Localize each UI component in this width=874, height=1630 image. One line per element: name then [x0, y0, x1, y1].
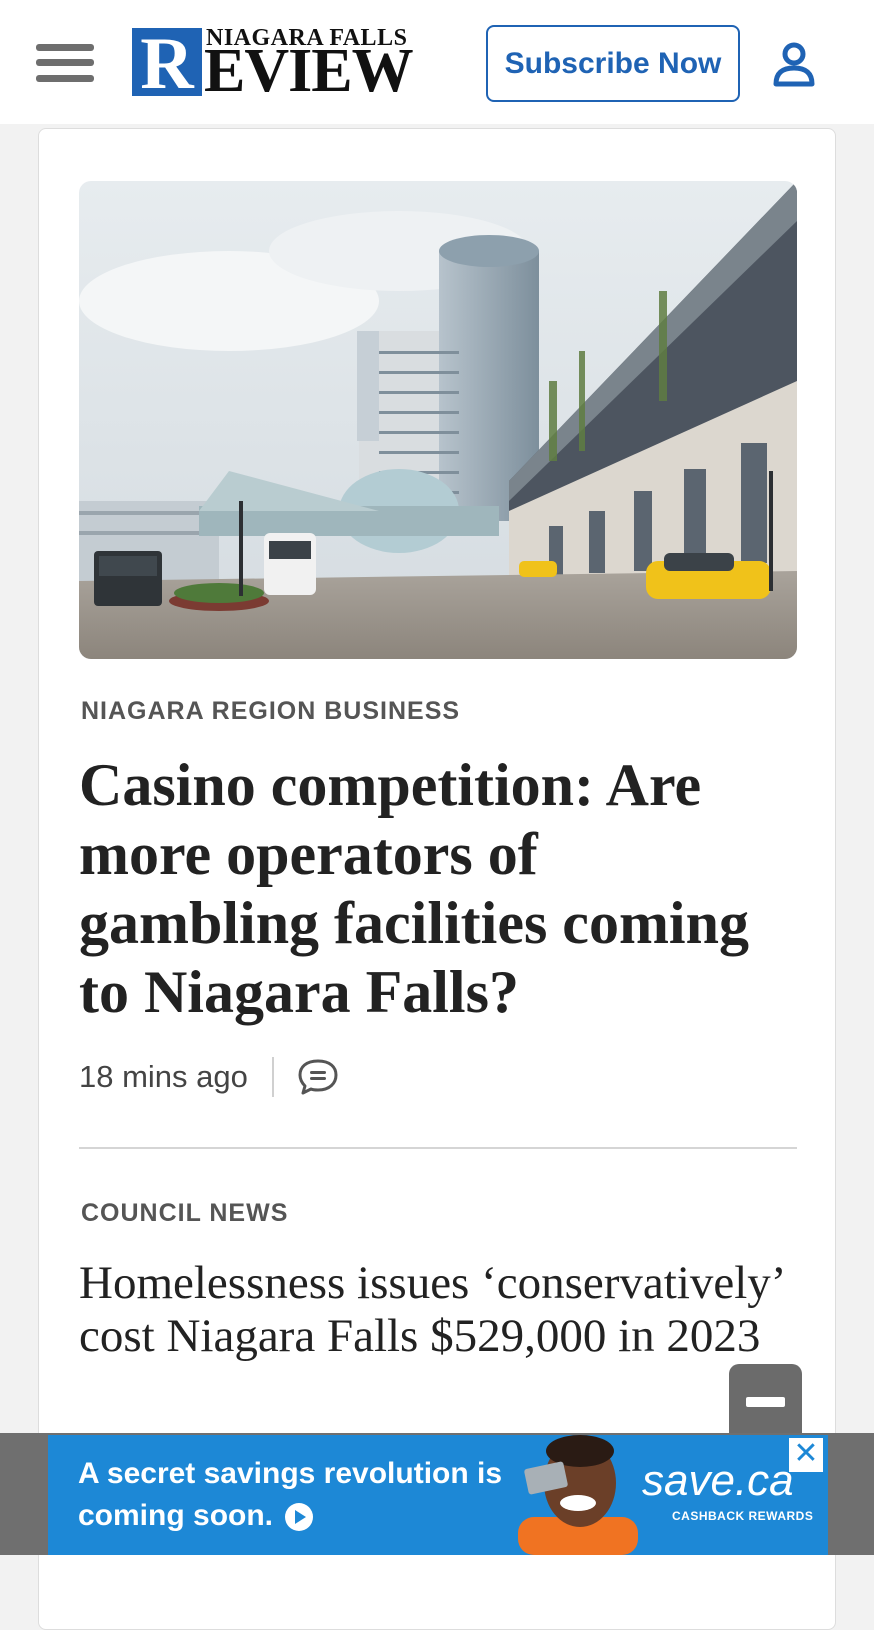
user-account-icon[interactable] [770, 40, 818, 88]
site-header: R NIAGARA FALLS EVIEW Subscribe Now [0, 0, 874, 124]
story-card: NIAGARA REGION BUSINESS Casino competiti… [38, 128, 836, 1630]
subscribe-button[interactable]: Subscribe Now [486, 25, 740, 102]
ad-banner[interactable]: A secret savings revolution is coming so… [48, 1435, 828, 1555]
ad-text: A secret savings revolution is coming so… [78, 1453, 518, 1537]
lead-story-timestamp: 18 mins ago [79, 1059, 248, 1094]
second-story-category[interactable]: COUNCIL NEWS [81, 1199, 288, 1228]
meta-divider [271, 1057, 274, 1097]
logo-main-text: EVIEW [204, 37, 414, 105]
ad-brand-logo: save.ca [642, 1456, 794, 1505]
hamburger-menu-icon[interactable] [36, 42, 96, 86]
lead-story-meta: 18 mins ago [79, 1054, 340, 1100]
second-story-headline[interactable]: Homelessness issues ‘conservatively’ cos… [79, 1257, 799, 1363]
ad-close-icon[interactable]: ✕ [788, 1437, 824, 1473]
story-divider [79, 1147, 797, 1149]
logo-initial: R [132, 28, 202, 96]
site-logo[interactable]: R NIAGARA FALLS EVIEW [132, 26, 422, 105]
collapse-ad-button[interactable] [729, 1364, 802, 1440]
ad-brand-tagline: CASHBACK REWARDS [672, 1509, 814, 1523]
lead-story-image[interactable] [79, 181, 797, 659]
comment-bubble-icon[interactable] [296, 1057, 340, 1097]
lead-story-headline[interactable]: Casino competition: Are more operators o… [79, 751, 779, 1027]
minus-icon [746, 1397, 785, 1407]
play-arrow-icon [285, 1503, 314, 1532]
ad-person-image [478, 1435, 668, 1555]
lead-story-category[interactable]: NIAGARA REGION BUSINESS [81, 697, 460, 726]
